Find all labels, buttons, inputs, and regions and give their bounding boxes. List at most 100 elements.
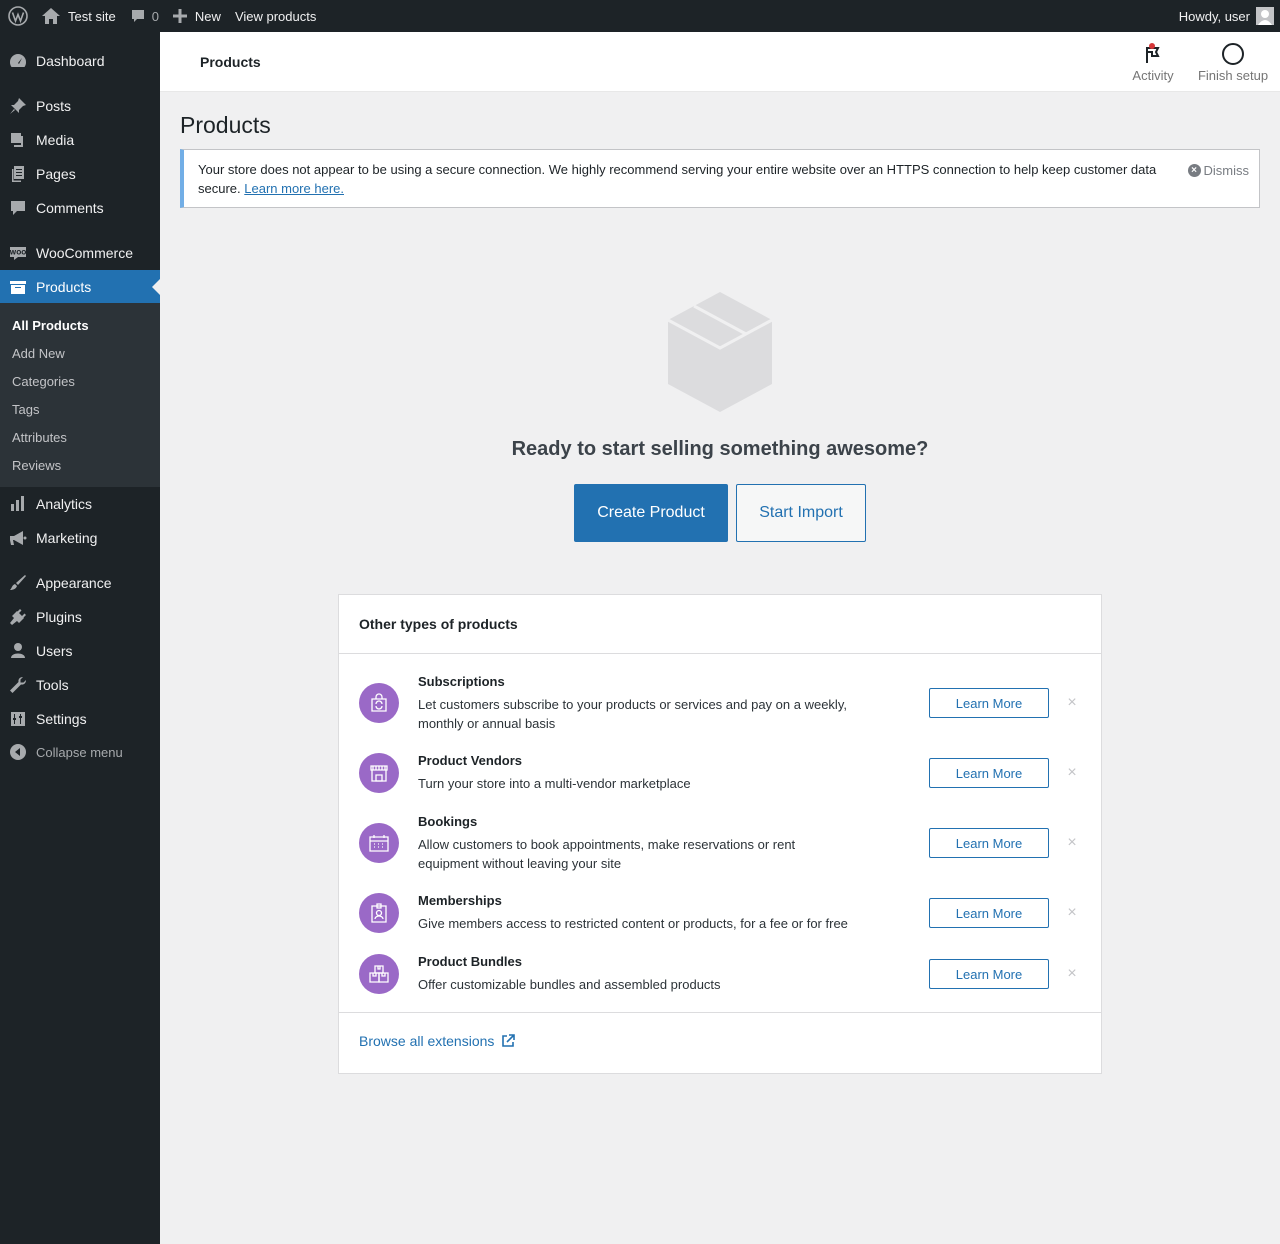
close-circle-icon: × xyxy=(1187,164,1201,177)
progress-ring-icon xyxy=(1221,42,1245,66)
collapse-arrow-icon xyxy=(0,735,36,769)
sidebar-item-dashboard[interactable]: Dashboard xyxy=(0,44,160,78)
submenu-all-products[interactable]: All Products xyxy=(12,318,89,333)
products-submenu: All Products Add New Categories Tags Att… xyxy=(0,303,160,487)
extension-description: Turn your store into a multi-vendor mark… xyxy=(418,776,691,791)
bar-chart-icon xyxy=(0,487,36,521)
comments-link[interactable]: 0 xyxy=(123,0,166,32)
sidebar-item-label: Marketing xyxy=(36,530,98,546)
howdy-label: Howdy, user xyxy=(1178,8,1250,24)
sidebar-item-posts[interactable]: Posts xyxy=(0,89,160,123)
pages-icon xyxy=(0,157,36,191)
sidebar-item-analytics[interactable]: Analytics xyxy=(0,487,160,521)
external-link-icon xyxy=(501,1034,516,1048)
sidebar-item-label: Users xyxy=(36,643,73,659)
sidebar-item-label: Products xyxy=(36,279,92,295)
sliders-icon xyxy=(0,702,36,736)
extension-description: Allow customers to book appointments, ma… xyxy=(418,837,796,871)
archive-icon xyxy=(0,270,36,304)
site-name-link[interactable]: Test site xyxy=(35,0,123,32)
collapse-menu-button[interactable]: Collapse menu xyxy=(0,735,160,769)
media-icon xyxy=(0,123,36,157)
dismiss-label: Dismiss xyxy=(1203,163,1250,178)
other-product-types-card: Other types of products Subscriptions Le… xyxy=(338,594,1102,1074)
sidebar-item-products[interactable]: Products xyxy=(0,270,160,304)
sidebar-item-comments[interactable]: Comments xyxy=(0,191,160,225)
sidebar-item-users[interactable]: Users xyxy=(0,634,160,668)
new-content-link[interactable]: New xyxy=(166,0,228,32)
card-footer: Browse all extensions xyxy=(339,1012,1101,1073)
create-product-button[interactable]: Create Product xyxy=(574,484,728,542)
admin-bar: Test site 0 New View products Howdy, use… xyxy=(0,0,1280,32)
sidebar-item-label: Tools xyxy=(36,677,69,693)
extension-title: Memberships xyxy=(418,893,502,908)
learn-more-button[interactable]: Learn More xyxy=(929,828,1049,858)
sidebar-item-appearance[interactable]: Appearance xyxy=(0,566,160,600)
learn-more-button[interactable]: Learn More xyxy=(929,898,1049,928)
sidebar-item-plugins[interactable]: Plugins xyxy=(0,600,160,634)
learn-more-button[interactable]: Learn More xyxy=(929,758,1049,788)
sidebar-item-label: Settings xyxy=(36,711,87,727)
dismiss-button[interactable]: × Dismiss xyxy=(1187,161,1250,180)
submenu-attributes[interactable]: Attributes xyxy=(12,430,67,445)
sidebar-item-settings[interactable]: Settings xyxy=(0,702,160,736)
account-menu[interactable]: Howdy, user xyxy=(1172,0,1280,32)
sidebar-item-label: Posts xyxy=(36,98,72,114)
finish-setup-button[interactable]: Finish setup xyxy=(1196,32,1270,92)
woocommerce-header: Products Activity Finish setup xyxy=(160,32,1280,92)
wrench-icon xyxy=(0,668,36,702)
learn-more-button[interactable]: Learn More xyxy=(929,688,1049,718)
sidebar-item-pages[interactable]: Pages xyxy=(0,157,160,191)
sidebar-item-tools[interactable]: Tools xyxy=(0,668,160,702)
start-import-button[interactable]: Start Import xyxy=(736,484,866,542)
admin-sidebar: Dashboard Posts Media Pages Comments WOO… xyxy=(0,32,160,1244)
extension-title: Bookings xyxy=(418,814,478,829)
empty-state-heading: Ready to start selling something awesome… xyxy=(511,438,929,460)
brush-icon xyxy=(0,566,36,600)
submenu-reviews[interactable]: Reviews xyxy=(12,458,61,473)
plus-icon xyxy=(172,9,187,23)
sidebar-item-label: Pages xyxy=(36,166,76,182)
close-icon[interactable]: × xyxy=(1064,765,1080,781)
dashboard-icon xyxy=(0,44,36,78)
calendar-icon xyxy=(359,823,399,863)
notice-learn-more-link[interactable]: Learn more here. xyxy=(244,181,344,196)
collapse-label: Collapse menu xyxy=(36,744,123,760)
browse-extensions-link[interactable]: Browse all extensions xyxy=(359,1033,516,1049)
close-icon[interactable]: × xyxy=(1064,966,1080,982)
browse-extensions-label: Browse all extensions xyxy=(359,1033,495,1049)
submenu-categories[interactable]: Categories xyxy=(12,374,75,389)
wordpress-logo-icon[interactable] xyxy=(0,0,35,32)
comment-icon xyxy=(0,191,36,225)
subscription-bag-icon xyxy=(359,683,399,723)
submenu-tags[interactable]: Tags xyxy=(12,402,39,417)
sidebar-item-marketing[interactable]: Marketing xyxy=(0,521,160,555)
page-title: Products xyxy=(180,112,271,138)
close-icon[interactable]: × xyxy=(1064,905,1080,921)
storefront-icon xyxy=(359,753,399,793)
submenu-add-new[interactable]: Add New xyxy=(12,346,65,361)
close-icon[interactable]: × xyxy=(1064,835,1080,851)
pin-icon xyxy=(0,89,36,123)
extension-title: Product Bundles xyxy=(418,954,523,969)
comments-count: 0 xyxy=(151,8,159,24)
sidebar-item-label: WooCommerce xyxy=(36,245,133,261)
comment-icon xyxy=(130,8,146,24)
sidebar-item-woocommerce[interactable]: WOO WooCommerce xyxy=(0,236,160,270)
sidebar-item-label: Dashboard xyxy=(36,53,105,69)
view-products-label: View products xyxy=(234,8,317,24)
card-title: Other types of products xyxy=(339,595,1101,654)
activity-label: Activity xyxy=(1132,67,1174,83)
learn-more-button[interactable]: Learn More xyxy=(929,959,1049,989)
view-products-link[interactable]: View products xyxy=(228,0,323,32)
activity-button[interactable]: Activity xyxy=(1122,32,1184,92)
extension-description: Let customers subscribe to your products… xyxy=(418,697,847,731)
sidebar-item-label: Comments xyxy=(36,200,104,216)
plug-icon xyxy=(0,600,36,634)
sidebar-item-label: Plugins xyxy=(36,609,82,625)
close-icon[interactable]: × xyxy=(1064,695,1080,711)
user-icon xyxy=(0,634,36,668)
sidebar-item-media[interactable]: Media xyxy=(0,123,160,157)
new-label: New xyxy=(194,8,221,24)
extension-title: Product Vendors xyxy=(418,753,523,768)
